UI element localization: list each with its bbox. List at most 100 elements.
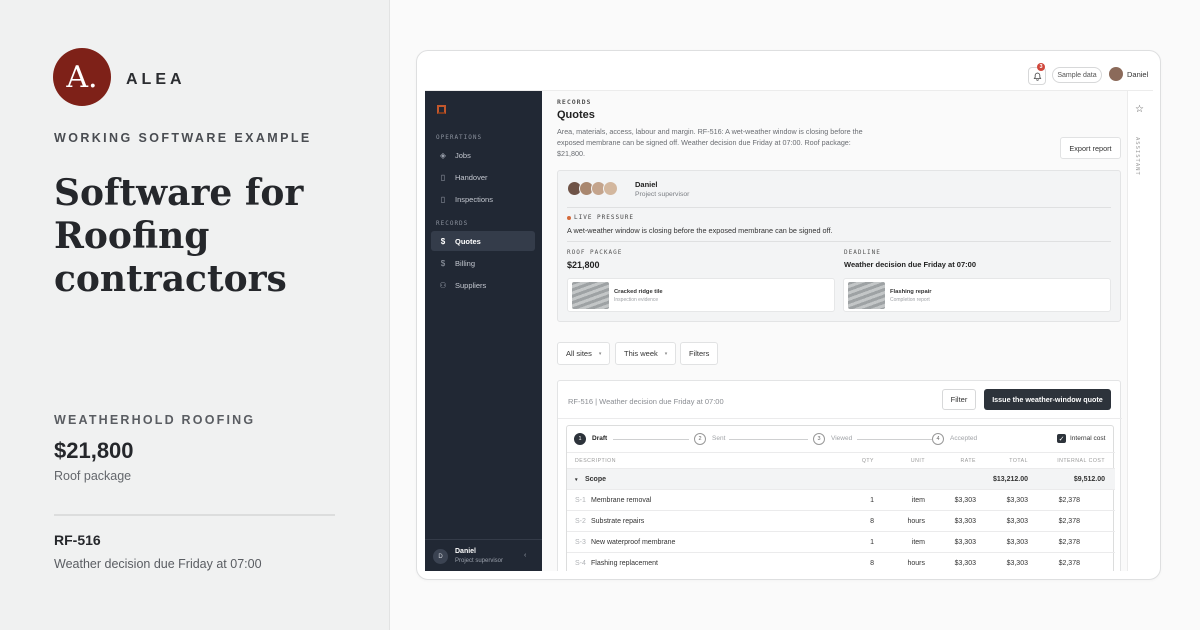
app-window: 3 Sample data Daniel OPERATIONS ◈ Jobs ▯… [416, 50, 1161, 580]
hero-kicker: WORKING SOFTWARE EXAMPLE [54, 131, 312, 145]
table-header: DESCRIPTION QTY UNIT RATE TOTAL INTERNAL… [567, 452, 1115, 468]
attachment-card[interactable]: Flashing repair Completion report [843, 278, 1111, 312]
step-viewed-number[interactable]: 3 [813, 433, 825, 445]
column-unit: UNIT [910, 458, 925, 464]
table-row[interactable]: S-4 Flashing replacement 8 hours $3,303 … [567, 552, 1115, 571]
roof-package-label: ROOF PACKAGE [567, 249, 623, 256]
hero-headline: Software for Roofing contractors [54, 172, 304, 300]
filter-button[interactable]: Filter [942, 389, 976, 410]
column-total: TOTAL [1009, 458, 1028, 464]
hero-amount-caption: Roof package [54, 469, 132, 483]
top-bar: 3 Sample data Daniel [425, 59, 1153, 91]
page-description: Area, materials, access, labour and marg… [557, 127, 863, 158]
row-rate: $3,303 [954, 539, 976, 546]
sidebar-section-records: RECORDS [436, 220, 469, 227]
app-logo-icon[interactable] [437, 105, 446, 114]
user-name[interactable]: Daniel [1127, 70, 1148, 79]
step-sent-label[interactable]: Sent [712, 435, 725, 442]
page-title: Quotes [557, 109, 595, 121]
chevron-down-icon: ▾ [598, 350, 602, 357]
filters-button[interactable]: Filters [680, 342, 719, 365]
hero-ref-id: RF-516 [54, 532, 101, 548]
breadcrumb: RECORDS [557, 98, 592, 106]
sidebar: OPERATIONS ◈ Jobs ▯ Handover ▯ Inspectio… [425, 91, 542, 571]
column-qty: QTY [861, 458, 874, 464]
site-filter-dropdown[interactable]: All sites ▾ [557, 342, 611, 365]
sidebar-item-inspections[interactable]: ▯ Inspections [431, 189, 535, 209]
clipboard-check-icon: ▯ [440, 194, 446, 204]
row-internal-cost: $2,378 [1058, 497, 1080, 504]
sidebar-item-billing[interactable]: $ Billing [431, 253, 535, 273]
sidebar-item-handover[interactable]: ▯ Handover [431, 167, 535, 187]
row-total: $3,303 [1006, 539, 1028, 546]
users-icon: ⚇ [439, 280, 447, 290]
attachment-subtitle: Inspection evidence [614, 297, 659, 303]
sidebar-item-jobs[interactable]: ◈ Jobs [431, 145, 535, 165]
star-icon[interactable]: ☆ [1135, 104, 1144, 115]
row-total: $3,303 [1006, 560, 1028, 567]
live-pressure-label: LIVE PRESSURE [567, 214, 634, 221]
user-avatar[interactable] [1109, 67, 1123, 81]
sample-data-button[interactable]: Sample data [1052, 67, 1102, 83]
table-row[interactable]: S-2 Substrate repairs 8 hours $3,303 $3,… [567, 510, 1115, 531]
step-draft-label[interactable]: Draft [592, 435, 607, 442]
brand-logo: A. [53, 48, 111, 106]
row-internal-cost: $2,378 [1058, 560, 1080, 567]
row-unit: item [911, 539, 925, 546]
collapse-chevron-icon[interactable]: ‹ [524, 552, 526, 559]
table-row[interactable]: S-3 New waterproof membrane 1 item $3,30… [567, 531, 1115, 552]
quote-table: 1 Draft 2 Sent 3 Viewed 4 Accepted ✓ Int… [566, 425, 1115, 571]
attachment-subtitle: Completion report [890, 297, 930, 303]
step-accepted-label[interactable]: Accepted [950, 435, 977, 442]
table-group-row[interactable]: ▾ Scope $13,212.00 $9,512.00 [567, 468, 1115, 489]
step-viewed-label[interactable]: Viewed [831, 435, 852, 442]
row-internal-cost: $2,378 [1058, 539, 1080, 546]
row-unit: hours [907, 518, 925, 525]
divider [558, 418, 1122, 419]
step-sent-number[interactable]: 2 [694, 433, 706, 445]
live-pressure-text: A wet-weather window is closing before t… [567, 226, 833, 235]
issue-quote-button[interactable]: Issue the weather-window quote [984, 389, 1111, 410]
sidebar-user-role: Project supervisor [455, 558, 504, 564]
assistant-label[interactable]: ASSISTANT [1134, 137, 1140, 176]
bell-icon [1033, 72, 1041, 81]
row-code: S-2 [575, 518, 586, 525]
chevron-down-icon: ▾ [664, 350, 668, 357]
sidebar-item-quotes[interactable]: $ Quotes [431, 231, 535, 251]
sidebar-user-avatar: D [433, 549, 448, 564]
sidebar-user[interactable]: D Daniel Project supervisor ‹ [425, 539, 542, 571]
card-owner-name: Daniel [635, 180, 658, 189]
group-expand-icon[interactable]: ▾ [575, 477, 578, 483]
attachment-card[interactable]: Cracked ridge tile Inspection evidence [567, 278, 835, 312]
sidebar-item-label: Inspections [455, 194, 493, 204]
row-rate: $3,303 [954, 497, 976, 504]
internal-cost-checkbox[interactable]: ✓ [1057, 434, 1066, 443]
row-rate: $3,303 [954, 518, 976, 525]
team-avatars [567, 181, 618, 196]
row-description: Substrate repairs [591, 518, 645, 525]
sidebar-item-suppliers[interactable]: ⚇ Suppliers [431, 275, 535, 295]
sidebar-item-label: Billing [455, 258, 476, 268]
live-pressure-card: Daniel Project supervisor LIVE PRESSURE … [557, 170, 1121, 322]
attachment-title: Cracked ridge tile [614, 289, 663, 295]
step-draft-number[interactable]: 1 [574, 433, 586, 445]
internal-cost-label[interactable]: Internal cost [1070, 435, 1105, 442]
row-qty: 1 [870, 497, 874, 504]
sidebar-user-name: Daniel [455, 548, 477, 555]
dollar-icon: $ [440, 258, 446, 268]
layers-icon: ◈ [439, 150, 447, 160]
column-description: DESCRIPTION [575, 458, 616, 464]
row-qty: 8 [870, 518, 874, 525]
hero-panel: A. ALEA WORKING SOFTWARE EXAMPLE Softwar… [0, 0, 390, 630]
step-accepted-number[interactable]: 4 [932, 433, 944, 445]
hero-amount: $21,800 [54, 438, 134, 463]
table-row[interactable]: S-1 Membrane removal 1 item $3,303 $3,30… [567, 489, 1115, 510]
row-code: S-1 [575, 497, 586, 504]
deadline-value: Weather decision due Friday at 07:00 [844, 260, 976, 269]
sidebar-item-label: Jobs [455, 150, 471, 160]
period-filter-dropdown[interactable]: This week ▾ [615, 342, 677, 365]
avatar [603, 181, 618, 196]
export-report-button[interactable]: Export report [1060, 137, 1121, 159]
notification-badge: 3 [1037, 63, 1045, 71]
divider [567, 207, 1111, 208]
